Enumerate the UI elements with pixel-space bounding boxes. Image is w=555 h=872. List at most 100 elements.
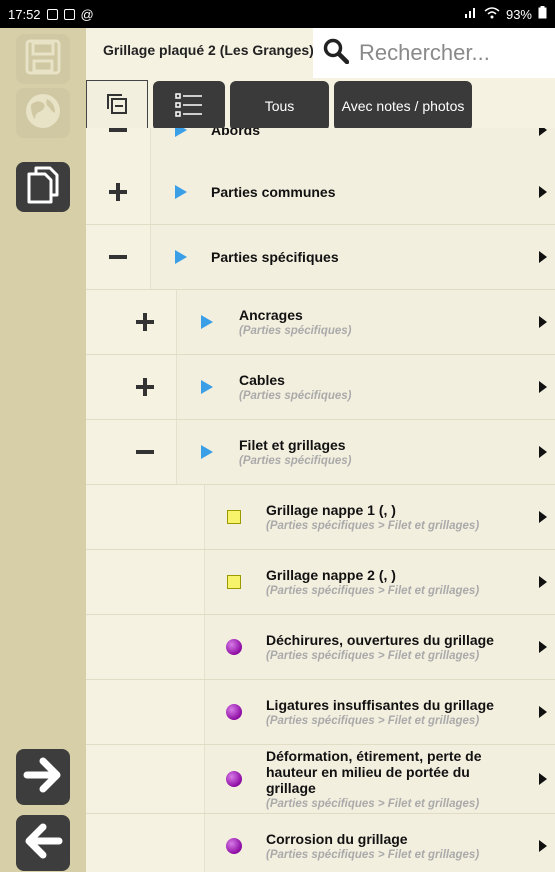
- row-title: Filet et grillages: [239, 437, 346, 453]
- gallery-icon: [63, 8, 75, 20]
- row-label: Déchirures, ouvertures du grillage (Part…: [266, 632, 494, 662]
- expand-plus-icon[interactable]: [114, 290, 176, 354]
- row-path: (Parties spécifiques): [239, 390, 352, 402]
- tree-row[interactable]: Grillage nappe 1 (, ) (Parties spécifiqu…: [86, 485, 555, 550]
- save-icon: [24, 38, 62, 81]
- row-label: Filet et grillages (Parties spécifiques): [239, 437, 351, 467]
- tree-row[interactable]: Grillage nappe 2 (, ) (Parties spécifiqu…: [86, 550, 555, 615]
- expand-triangle-icon: [201, 445, 213, 459]
- chevron-right-icon: [539, 706, 547, 718]
- yellow-square-icon: [227, 510, 241, 524]
- sidebar: [0, 28, 86, 872]
- expand-triangle-icon: [175, 185, 187, 199]
- purple-dot-icon: [226, 771, 242, 787]
- expand-triangle-icon: [175, 128, 187, 137]
- row-label: Cables (Parties spécifiques): [239, 372, 351, 402]
- search-icon: [323, 38, 350, 69]
- expand-triangle-icon: [201, 380, 213, 394]
- chevron-right-icon: [539, 446, 547, 458]
- chevron-right-icon: [539, 316, 547, 328]
- tree-row[interactable]: Parties communes: [86, 160, 555, 225]
- chevron-right-icon: [539, 576, 547, 588]
- row-title: Ligatures insuffisantes du grillage: [266, 697, 494, 713]
- row-toggle-minus[interactable]: [86, 128, 150, 160]
- copy-button[interactable]: [16, 162, 70, 212]
- row-label: Parties spécifiques: [211, 249, 339, 265]
- tree-row[interactable]: Déformation, étirement, perte de hauteur…: [86, 745, 555, 814]
- globe-button[interactable]: [16, 88, 70, 138]
- row-title: Déformation, étirement, perte de hauteur…: [266, 748, 482, 796]
- status-right: 93%: [464, 6, 547, 22]
- arrow-left-icon: [23, 821, 63, 866]
- row-label: Abords: [211, 128, 260, 138]
- tree-row[interactable]: Parties spécifiques: [86, 225, 555, 290]
- page-title: Grillage plaqué 2 (Les Granges): [103, 42, 314, 58]
- row-title: Déchirures, ouvertures du grillage: [266, 632, 494, 648]
- save-button[interactable]: [16, 34, 70, 84]
- row-path: (Parties spécifiques > Filet et grillage…: [266, 715, 480, 727]
- row-path: (Parties spécifiques > Filet et grillage…: [266, 585, 480, 597]
- chevron-right-icon: [539, 773, 547, 785]
- row-label: Grillage nappe 2 (, ) (Parties spécifiqu…: [266, 567, 479, 597]
- tree-row[interactable]: Filet et grillages (Parties spécifiques): [86, 420, 555, 485]
- row-title: Ancrages: [239, 307, 303, 323]
- row-label: Ancrages (Parties spécifiques): [239, 307, 351, 337]
- row-path: (Parties spécifiques): [239, 325, 352, 337]
- copy-icon: [24, 164, 62, 211]
- list-icon: [174, 90, 204, 123]
- notification-icon: [46, 8, 58, 20]
- tree-row[interactable]: Ancrages (Parties spécifiques): [86, 290, 555, 355]
- purple-dot-icon: [226, 838, 242, 854]
- row-path: (Parties spécifiques > Filet et grillage…: [266, 798, 480, 810]
- row-path: (Parties spécifiques > Filet et grillage…: [266, 650, 480, 662]
- battery-icon: [538, 6, 547, 22]
- tree-row[interactable]: Cables (Parties spécifiques): [86, 355, 555, 420]
- filter-all-button[interactable]: Tous: [230, 81, 329, 131]
- row-path: (Parties spécifiques): [239, 455, 352, 467]
- collapse-icon: [106, 93, 128, 120]
- tree-row[interactable]: Corrosion du grillage (Parties spécifiqu…: [86, 814, 555, 872]
- signal-icon: [464, 7, 478, 22]
- chevron-right-icon: [539, 251, 547, 263]
- chevron-right-icon: [539, 186, 547, 198]
- collapse-minus-icon[interactable]: [114, 420, 176, 484]
- chevron-right-icon: [539, 511, 547, 523]
- row-label: Corrosion du grillage (Parties spécifiqu…: [266, 831, 479, 861]
- expand-plus-icon[interactable]: [86, 160, 150, 224]
- row-label: Déformation, étirement, perte de hauteur…: [266, 748, 496, 810]
- row-label: Parties communes: [211, 184, 336, 200]
- filter-notes-button[interactable]: Avec notes / photos: [334, 81, 472, 131]
- search-input[interactable]: [357, 39, 541, 67]
- collapse-minus-icon[interactable]: [86, 225, 150, 289]
- chevron-right-icon: [539, 641, 547, 653]
- next-button[interactable]: [16, 749, 70, 805]
- chevron-right-icon: [539, 128, 547, 136]
- tree-list: Abords Parties communes Parties spécifiq…: [86, 128, 555, 872]
- collapse-all-button[interactable]: [86, 80, 148, 132]
- row-title: Grillage nappe 1 (, ): [266, 502, 396, 518]
- top-bar: Grillage plaqué 2 (Les Granges) Recherch…: [86, 28, 555, 132]
- back-button[interactable]: [16, 815, 70, 871]
- globe-icon: [23, 91, 63, 136]
- row-label: Grillage nappe 1 (, ) (Parties spécifiqu…: [266, 502, 479, 532]
- purple-dot-icon: [226, 639, 242, 655]
- expand-plus-icon[interactable]: [114, 355, 176, 419]
- row-title: Grillage nappe 2 (, ): [266, 567, 396, 583]
- purple-dot-icon: [226, 704, 242, 720]
- tree-row-partial[interactable]: Abords: [86, 128, 555, 161]
- row-title: Corrosion du grillage: [266, 831, 408, 847]
- wifi-icon: [484, 6, 500, 22]
- tree-row[interactable]: Ligatures insuffisantes du grillage (Par…: [86, 680, 555, 745]
- yellow-square-icon: [227, 575, 241, 589]
- battery-text: 93%: [505, 6, 532, 22]
- arrow-right-icon: [23, 755, 63, 800]
- row-title: Cables: [239, 372, 285, 388]
- chevron-right-icon: [539, 381, 547, 393]
- search-box[interactable]: [313, 28, 555, 78]
- at-icon: @: [80, 6, 94, 22]
- expand-triangle-icon: [201, 315, 213, 329]
- list-view-button[interactable]: [153, 81, 225, 131]
- status-bar: 17:52 @ 93%: [0, 0, 555, 28]
- row-path: (Parties spécifiques > Filet et grillage…: [266, 520, 480, 532]
- tree-row[interactable]: Déchirures, ouvertures du grillage (Part…: [86, 615, 555, 680]
